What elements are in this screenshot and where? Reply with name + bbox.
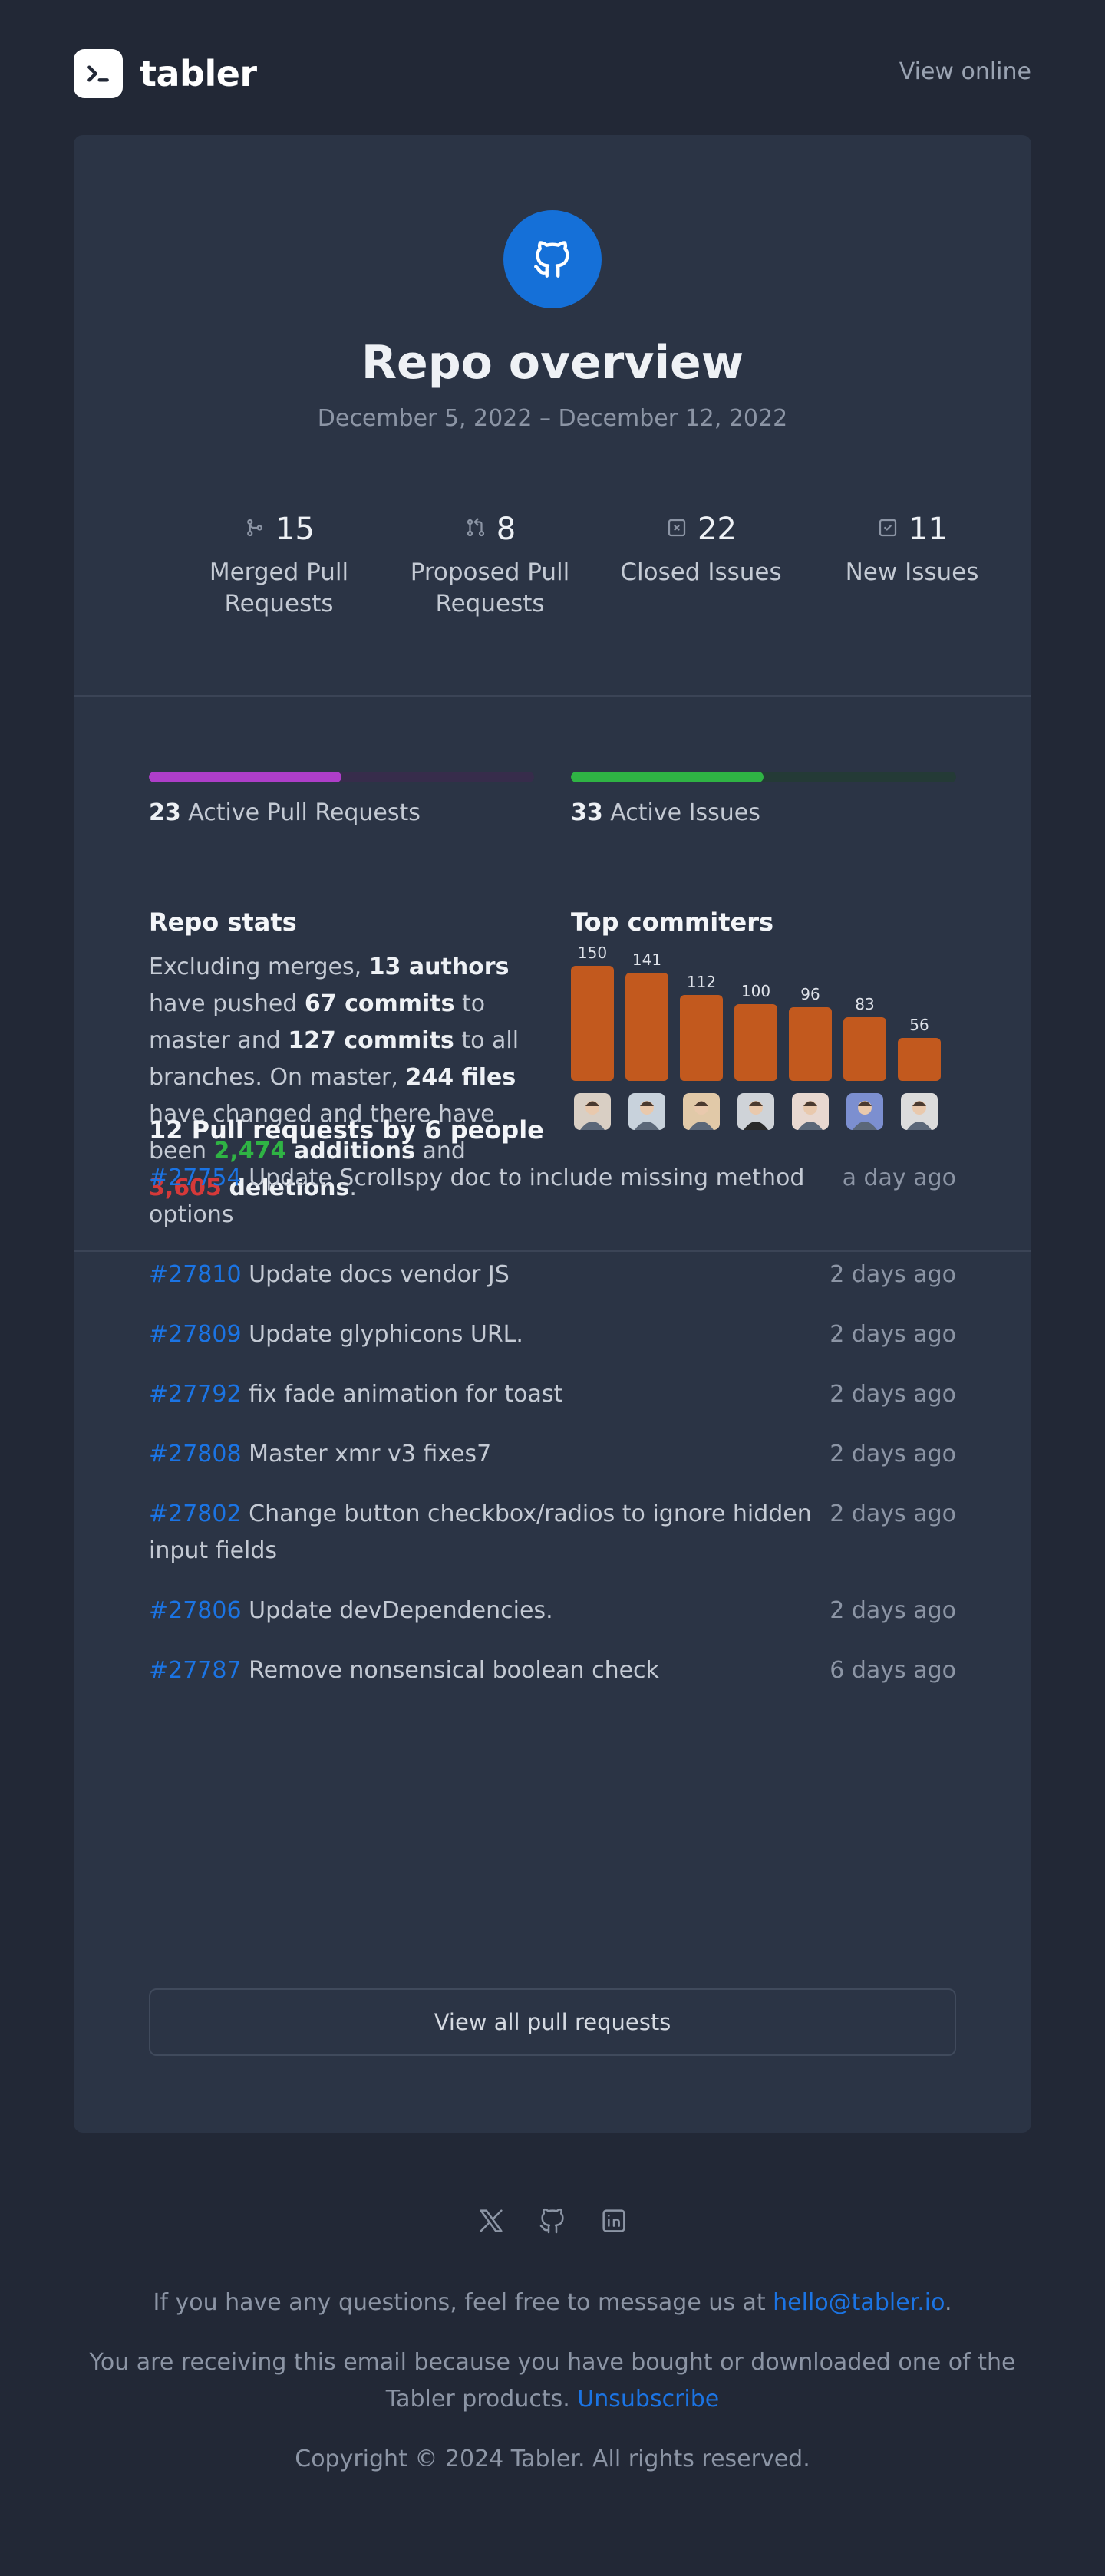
receiving-text: You are receiving this email because you… [89,2349,1016,2413]
contact-email-link[interactable]: hello@tabler.io [773,2289,945,2316]
page-title: Repo overview [361,336,744,390]
chart-bar [680,995,723,1081]
pull-requests-title: 12 Pull requests by 6 people [149,1115,544,1145]
stat-label: Proposed Pull Requests [410,558,570,618]
square-x-icon [665,516,688,542]
chart-data-label: 141 [632,950,661,969]
stat-label: Merged Pull Requests [209,558,349,618]
chart-data-label: 56 [909,1016,929,1034]
active-prs-progress: 23 Active Pull Requests [149,772,534,826]
chart-bar [789,1007,832,1081]
pull-request-time: 6 days ago [830,1657,956,1684]
stat-closed-issues: 22 Closed Issues [595,506,806,620]
hero-section: Repo overview December 5, 2022 – Decembe… [74,135,1031,697]
chart-bar [843,1017,886,1081]
pull-request-id-link[interactable]: #27787 [149,1657,242,1684]
chart-data-label: 100 [741,982,770,1000]
brand-name: tabler [140,53,257,94]
stat-label: Closed Issues [620,558,782,586]
pull-request-time: 2 days ago [830,1441,956,1468]
social-links [0,2203,1105,2238]
progress-track [149,772,534,782]
pull-request-time: 2 days ago [830,1597,956,1624]
pull-request-time: 2 days ago [830,1500,956,1527]
x-icon[interactable] [473,2203,509,2238]
chart-bar [571,966,614,1081]
unsubscribe-link[interactable]: Unsubscribe [577,2386,719,2413]
view-all-pull-requests-button[interactable]: View all pull requests [149,1988,956,2056]
git-pull-request-icon [464,516,487,542]
pull-request-row[interactable]: #27808 Master xmr v3 fixes7 2 days ago [149,1436,956,1473]
progress-label: 23 Active Pull Requests [149,799,421,826]
stat-value: 22 [698,512,737,547]
pull-request-id-link[interactable]: #27809 [149,1321,242,1348]
pull-request-id-link[interactable]: #27808 [149,1441,242,1468]
chart-data-label: 112 [687,973,716,991]
date-range: December 5, 2022 – December 12, 2022 [317,405,788,432]
top-commiters-title: Top commiters [571,908,774,937]
stat-value: 8 [496,512,516,547]
pull-request-id-link[interactable]: #27802 [149,1500,242,1527]
repo-stats-title: Repo stats [149,908,297,937]
pull-request-id-link[interactable]: #27754 [149,1164,242,1191]
stat-value: 15 [275,512,315,547]
chart-bar [734,1004,777,1081]
pull-request-title: #27787 Remove nonsensical boolean check [149,1657,659,1684]
copyright: Copyright © 2024 Tabler. All rights rese… [295,2446,810,2472]
pull-request-row[interactable]: #27787 Remove nonsensical boolean check 6… [149,1652,956,1689]
pull-request-id-link[interactable]: #27792 [149,1381,242,1408]
email-footer: If you have any questions, feel free to … [0,2133,1105,2478]
pull-request-time: 2 days ago [830,1261,956,1288]
linkedin-icon[interactable] [596,2203,632,2238]
pull-request-title: #27792 fix fade animation for toast [149,1381,563,1408]
progress-track [571,772,956,782]
pull-request-row[interactable]: #27810 Update docs vendor JS 2 days ago [149,1257,956,1293]
pull-request-title: #27754 Update Scrollspy doc to include m… [149,1164,805,1228]
pull-request-title: #27809 Update glyphicons URL. [149,1321,523,1348]
progress-fill [149,772,341,782]
pull-request-row[interactable]: #27806 Update devDependencies. 2 days ago [149,1593,956,1629]
pull-request-row[interactable]: #27754 Update Scrollspy doc to include m… [149,1160,956,1234]
pull-request-id-link[interactable]: #27806 [149,1597,242,1624]
progress-fill [571,772,764,782]
chart-bar [898,1038,941,1081]
stat-label: New Issues [845,558,979,586]
pull-request-title: #27802 Change button checkbox/radios to … [149,1500,812,1564]
square-check-icon [876,516,899,542]
contact-text: If you have any questions, feel free to … [153,2289,952,2316]
stat-value: 11 [909,512,948,547]
stat-merged-prs: 15 Merged Pull Requests [173,506,384,620]
pull-request-row[interactable]: #27809 Update glyphicons URL. 2 days ago [149,1316,956,1353]
pull-request-title: #27806 Update devDependencies. [149,1597,553,1624]
pull-request-title: #27810 Update docs vendor JS [149,1261,510,1288]
chart-data-label: 150 [578,944,607,962]
view-online-link[interactable]: View online [899,58,1031,85]
stats-row: 15 Merged Pull Requests 8 Proposed Pull Re… [173,506,1018,620]
github-icon [503,210,602,308]
pull-request-time: 2 days ago [830,1321,956,1348]
chart-data-label: 83 [855,995,874,1013]
email-header: tabler View online [74,0,1031,135]
brand[interactable]: tabler [74,49,257,98]
tabler-logo-icon [74,49,123,98]
chart-bar [625,973,668,1081]
active-issues-progress: 33 Active Issues [571,772,956,826]
pull-request-title: #27808 Master xmr v3 fixes7 [149,1441,492,1468]
progress-label: 33 Active Issues [571,799,760,826]
stat-proposed-prs: 8 Proposed Pull Requests [384,506,595,620]
chart-data-label: 96 [800,985,820,1003]
pull-request-id-link[interactable]: #27810 [149,1261,242,1288]
pull-request-list: 12 Pull requests by 6 people #27754 Upda… [149,1115,956,1689]
github-icon[interactable] [535,2203,570,2238]
pull-request-time: 2 days ago [830,1381,956,1408]
stat-new-issues: 11 New Issues [806,506,1018,620]
pull-request-row[interactable]: #27792 fix fade animation for toast 2 day… [149,1376,956,1413]
git-merge-icon [243,516,266,542]
pull-request-time: a day ago [842,1164,956,1191]
pull-request-row[interactable]: #27802 Change button checkbox/radios to … [149,1496,956,1570]
